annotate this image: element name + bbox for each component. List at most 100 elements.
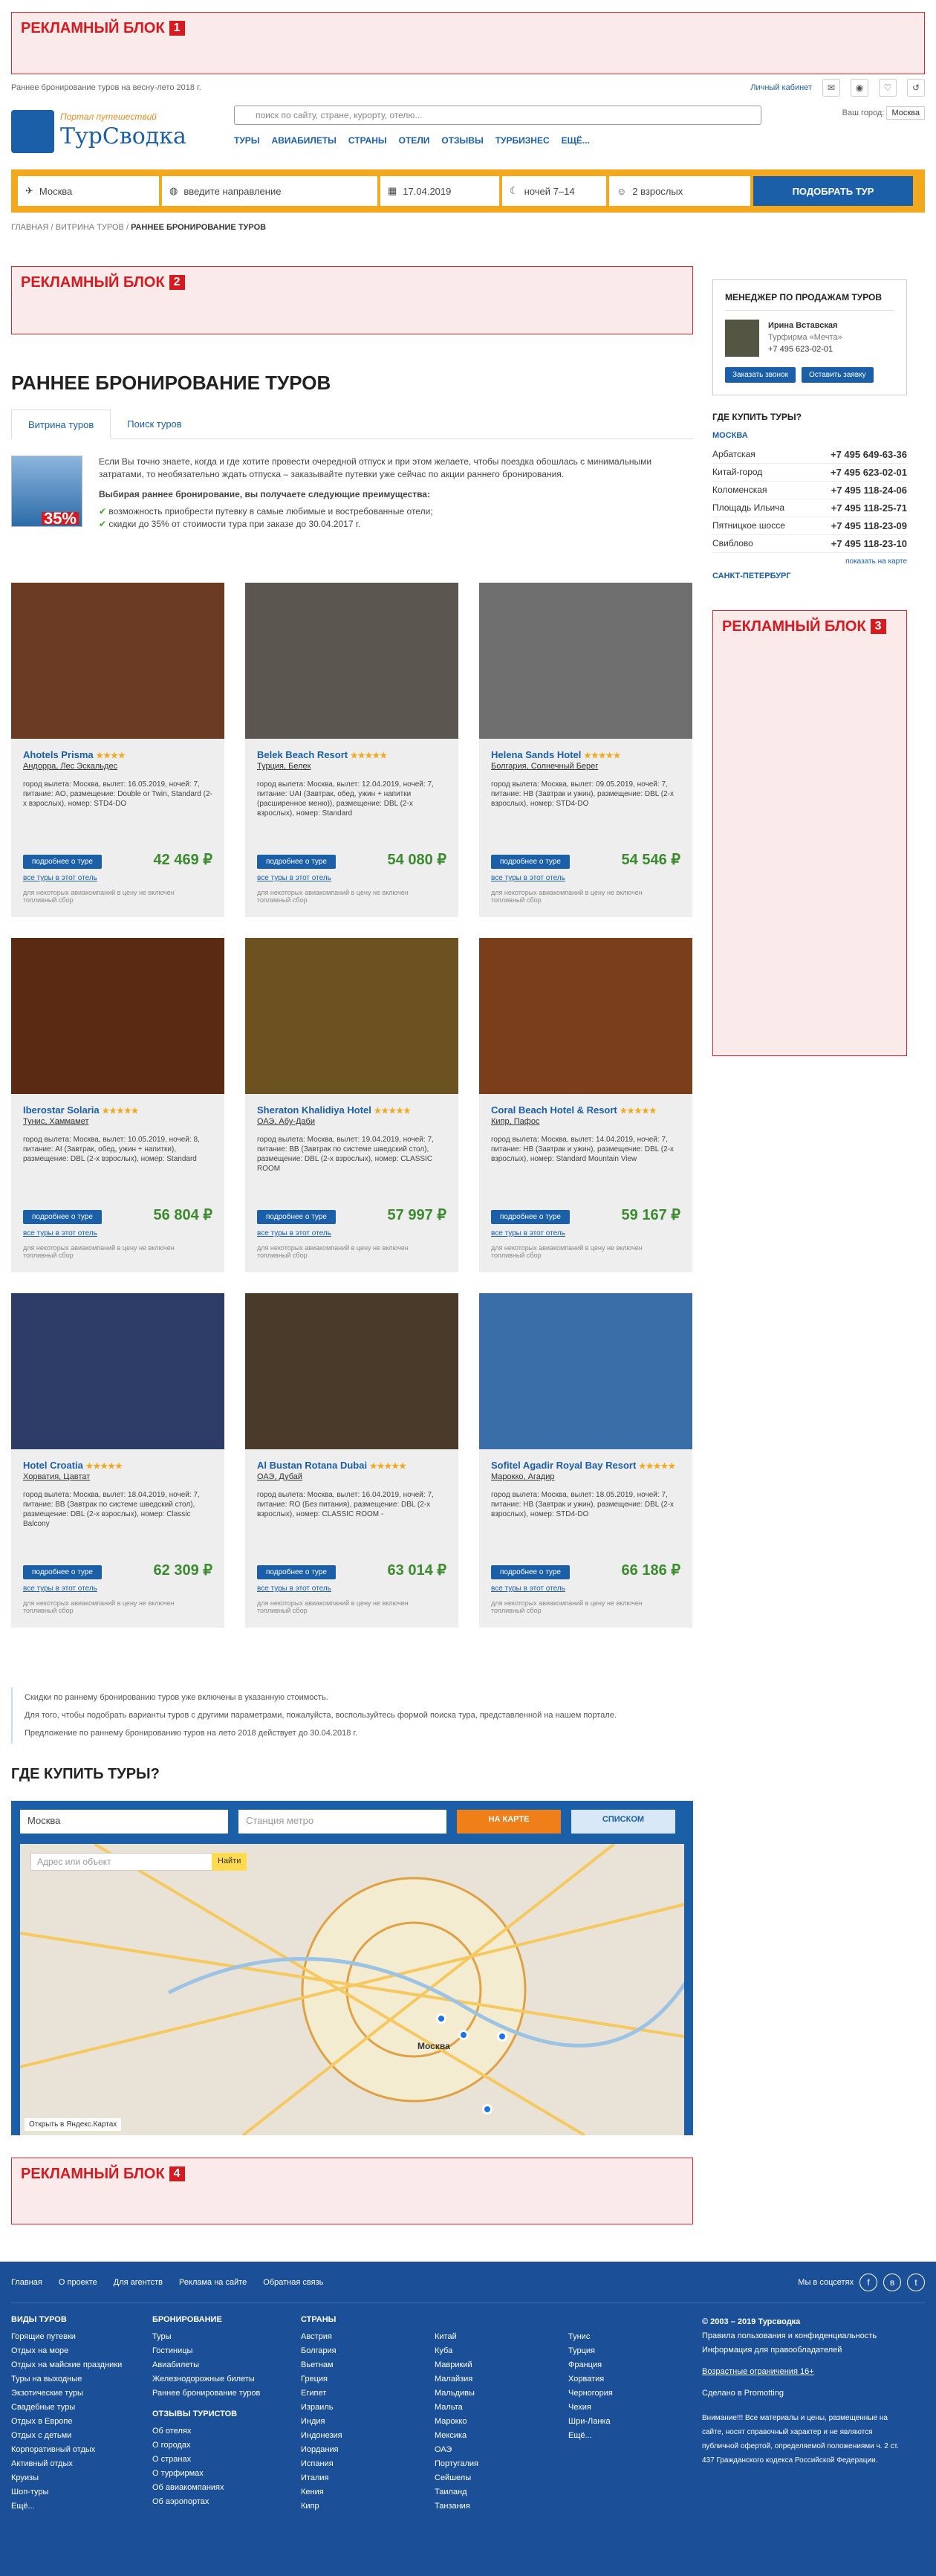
footer-list-link[interactable]: Испания [301, 2457, 405, 2471]
footer-list-link[interactable]: ОАЭ [435, 2443, 539, 2457]
footer-list-link[interactable]: Ещё... [568, 2429, 672, 2443]
footer-list-link[interactable]: Португалия [435, 2457, 539, 2471]
nights-field[interactable]: ☾ ночей 7–14 [502, 176, 606, 206]
footer-list-link[interactable]: Мальта [435, 2401, 539, 2415]
office-row[interactable]: Пятницкое шоссе +7 495 118-23-09 [712, 517, 907, 535]
vk-icon[interactable]: в [883, 2273, 901, 2291]
hotel-all-tours-link[interactable]: все туры в этот отель [491, 1585, 565, 1593]
hotel-photo[interactable] [11, 583, 224, 739]
tab-search[interactable]: Поиск туров [111, 410, 198, 438]
footer-list-link[interactable]: Израиль [301, 2401, 405, 2415]
footer-link[interactable]: Главная [11, 2278, 42, 2287]
tour-more-button[interactable]: подробнее о туре [491, 855, 570, 869]
footer-list-link[interactable]: Малайзия [435, 2372, 539, 2386]
nav-tours[interactable]: ТУРЫ [234, 135, 260, 146]
hotel-all-tours-link[interactable]: все туры в этот отель [491, 874, 565, 882]
footer-list-link[interactable]: Турция [568, 2344, 672, 2358]
footer-list-link[interactable]: Железнодорожные билеты [152, 2372, 271, 2386]
footer-list-link[interactable]: Отдых на майские праздники [11, 2358, 123, 2372]
footer-list-link[interactable]: Экзотические туры [11, 2386, 123, 2401]
footer-list-link[interactable]: Отдых в Европе [11, 2415, 123, 2429]
cart-icon[interactable]: ✉ [822, 79, 840, 97]
hotel-photo[interactable] [245, 583, 458, 739]
tour-more-button[interactable]: подробнее о туре [491, 1565, 570, 1579]
footer-list-link[interactable]: Активный отдых [11, 2457, 123, 2471]
hotel-location[interactable]: Тунис, Хаммамет [11, 1116, 224, 1127]
footer-list-link[interactable]: Об аэропортах [152, 2495, 271, 2509]
footer-list-link[interactable]: Хорватия [568, 2372, 672, 2386]
tour-more-button[interactable]: подробнее о туре [23, 855, 102, 869]
from-city-field[interactable]: ✈ Москва [18, 176, 159, 206]
footer-list-link[interactable]: Мексика [435, 2429, 539, 2443]
hotel-name[interactable]: Al Bustan Rotana Dubai [257, 1460, 367, 1471]
office-row[interactable]: Коломенская +7 495 118-24-06 [712, 482, 907, 499]
footer-link[interactable]: О проекте [59, 2278, 97, 2287]
footer-list-link[interactable]: Тунис [568, 2330, 672, 2344]
hotel-name[interactable]: Ahotels Prisma [23, 749, 94, 760]
cabinet-link[interactable]: Личный кабинет [750, 83, 812, 92]
crumb-showcase[interactable]: ВИТРИНА ТУРОВ [56, 223, 124, 232]
hotel-photo[interactable] [11, 938, 224, 1094]
tour-more-button[interactable]: подробнее о туре [257, 1565, 336, 1579]
hotel-photo[interactable] [11, 1293, 224, 1449]
footer-list-link[interactable]: Свадебные туры [11, 2401, 123, 2415]
office-row[interactable]: Арбатская +7 495 649-63-36 [712, 446, 907, 464]
footer-list-link[interactable]: Куба [435, 2344, 539, 2358]
hotel-photo[interactable] [479, 583, 692, 739]
facebook-icon[interactable]: f [859, 2273, 877, 2291]
hotel-location[interactable]: Хорватия, Цавтат [11, 1471, 224, 1483]
footer-list-link[interactable]: Отдых с детьми [11, 2429, 123, 2443]
hotel-name[interactable]: Sofitel Agadir Royal Bay Resort [491, 1460, 636, 1471]
destination-field[interactable]: ◍ введите направление [162, 176, 377, 206]
twitter-icon[interactable]: t [907, 2273, 925, 2291]
footer-list-link[interactable]: Гостиницы [152, 2344, 271, 2358]
metro-input[interactable]: Станция метро [238, 1810, 446, 1834]
footer-list-link[interactable]: О городах [152, 2439, 271, 2453]
nav-hotels[interactable]: ОТЕЛИ [399, 135, 430, 146]
hotel-name[interactable]: Helena Sands Hotel [491, 749, 581, 760]
city-selector[interactable]: Ваш город: Москва [842, 106, 925, 120]
footer-list-link[interactable]: О турфирмах [152, 2467, 271, 2481]
hotel-all-tours-link[interactable]: все туры в этот отель [491, 1229, 565, 1237]
tour-more-button[interactable]: подробнее о туре [257, 855, 336, 869]
eye-icon[interactable]: ◉ [851, 79, 868, 97]
footer-list-link[interactable]: Маврикий [435, 2358, 539, 2372]
hotel-all-tours-link[interactable]: все туры в этот отель [23, 874, 97, 882]
nav-business[interactable]: ТУРБИЗНЕС [495, 135, 550, 146]
hotel-all-tours-link[interactable]: все туры в этот отель [23, 1229, 97, 1237]
footer-list-link[interactable]: Египет [301, 2386, 405, 2401]
footer-list-link[interactable]: Кипр [301, 2499, 405, 2514]
office-row[interactable]: Площадь Ильича +7 495 118-25-71 [712, 499, 907, 517]
tour-more-button[interactable]: подробнее о туре [257, 1210, 336, 1224]
footer-list-link[interactable]: Отдых на море [11, 2344, 123, 2358]
list-button[interactable]: СПИСКОМ [571, 1810, 675, 1834]
find-tour-button[interactable]: ПОДОБРАТЬ ТУР [753, 176, 913, 206]
footer-list-link[interactable]: Раннее бронирование туров [152, 2386, 271, 2401]
footer-list-link[interactable]: Мальдивы [435, 2386, 539, 2401]
hotel-all-tours-link[interactable]: все туры в этот отель [23, 1585, 97, 1593]
footer-list-link[interactable]: Таиланд [435, 2485, 539, 2499]
hotel-name[interactable]: Belek Beach Resort [257, 749, 348, 760]
footer-list-link[interactable]: Италия [301, 2471, 405, 2485]
footer-list-link[interactable]: Греция [301, 2372, 405, 2386]
footer-list-link[interactable]: О странах [152, 2453, 271, 2467]
heart-icon[interactable]: ♡ [879, 79, 897, 97]
hotel-all-tours-link[interactable]: все туры в этот отель [257, 1585, 331, 1593]
footer-list-link[interactable]: Индонезия [301, 2429, 405, 2443]
map-pin[interactable] [497, 2031, 507, 2042]
privacy-link[interactable]: Правила пользования и конфиденциальность [702, 2329, 903, 2343]
open-yandex-link[interactable]: Открыть в Яндекс.Картах [25, 2118, 122, 2131]
footer-link[interactable]: Обратная связь [263, 2278, 323, 2287]
footer-list-link[interactable]: Шоп-туры [11, 2485, 123, 2499]
map-pin[interactable] [436, 2013, 446, 2024]
hotel-all-tours-link[interactable]: все туры в этот отель [257, 1229, 331, 1237]
people-field[interactable]: ☺ 2 взрослых [609, 176, 750, 206]
nav-avia[interactable]: АВИАБИЛЕТЫ [272, 135, 337, 146]
crumb-home[interactable]: ГЛАВНАЯ [11, 223, 48, 232]
hotel-location[interactable]: Марокко, Агадир [479, 1471, 692, 1483]
footer-link[interactable]: Для агентств [114, 2278, 163, 2287]
hotel-all-tours-link[interactable]: все туры в этот отель [257, 874, 331, 882]
footer-list-link[interactable]: Болгария [301, 2344, 405, 2358]
footer-list-link[interactable]: Круизы [11, 2471, 123, 2485]
hotel-name[interactable]: Iberostar Solaria [23, 1104, 100, 1116]
